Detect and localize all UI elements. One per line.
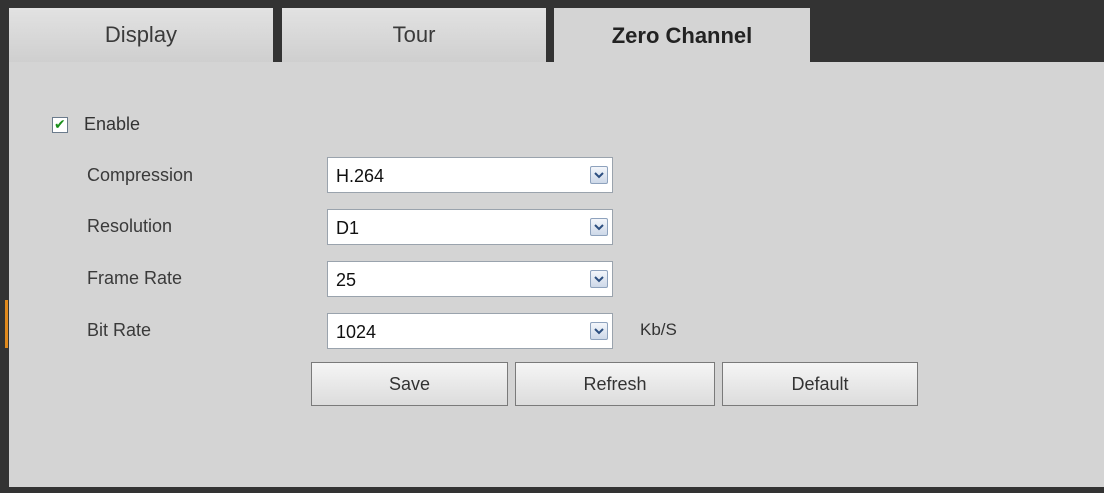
tab-tour[interactable]: Tour: [282, 8, 546, 62]
resolution-select[interactable]: D1: [327, 209, 613, 245]
chevron-down-icon[interactable]: [590, 166, 608, 184]
chevron-down-icon[interactable]: [590, 322, 608, 340]
frame-rate-value: 25: [336, 270, 357, 290]
save-button[interactable]: Save: [311, 362, 508, 406]
default-button[interactable]: Default: [722, 362, 918, 406]
frame-rate-select[interactable]: 25: [327, 261, 613, 297]
tab-display-label: Display: [104, 22, 178, 47]
compression-label: Compression: [87, 165, 194, 185]
save-button-label: Save: [388, 373, 431, 394]
chevron-down-icon[interactable]: [590, 218, 608, 236]
tab-zero-channel[interactable]: Zero Channel: [554, 8, 810, 64]
enable-label: Enable: [84, 114, 141, 134]
bit-rate-value: 1024: [336, 322, 377, 342]
tab-tour-label: Tour: [392, 22, 436, 47]
frame-rate-label: Frame Rate: [87, 268, 183, 288]
default-button-label: Default: [791, 373, 849, 394]
bit-rate-label: Bit Rate: [87, 320, 152, 340]
enable-row: ✔ Enable: [52, 114, 140, 135]
refresh-button[interactable]: Refresh: [515, 362, 715, 406]
checkmark-icon: ✔: [54, 115, 66, 132]
compression-select[interactable]: H.264: [327, 157, 613, 193]
resolution-value: D1: [336, 218, 360, 238]
tab-display[interactable]: Display: [9, 8, 273, 62]
side-marker: [5, 300, 8, 348]
resolution-label: Resolution: [87, 216, 173, 236]
tab-zero-channel-label: Zero Channel: [611, 23, 753, 48]
refresh-button-label: Refresh: [583, 373, 647, 394]
enable-checkbox[interactable]: ✔: [52, 115, 68, 133]
bit-rate-unit: Kb/S: [640, 320, 677, 339]
compression-value: H.264: [336, 166, 385, 186]
chevron-down-icon[interactable]: [590, 270, 608, 288]
bit-rate-select[interactable]: 1024: [327, 313, 613, 349]
